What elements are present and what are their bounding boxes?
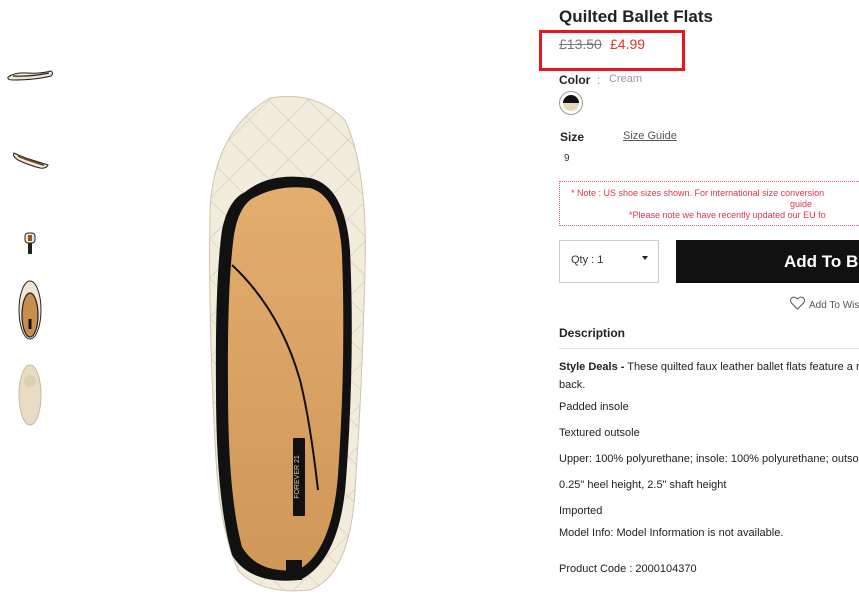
svg-text:FOREVER 21: FOREVER 21	[294, 455, 301, 499]
swatch-color-icon	[563, 95, 579, 111]
description-lead-text: These quilted faux leather ballet flats …	[624, 361, 859, 373]
product-title: Quilted Ballet Flats	[559, 7, 713, 26]
size-note-line: * Note : US shoe sizes shown. For intern…	[571, 188, 825, 198]
description-lead-continued: back.	[559, 379, 586, 391]
size-note-line: guide	[790, 199, 813, 209]
feature-item: 0.25" heel height, 2.5" shaft height	[559, 479, 727, 491]
color-value: Cream	[609, 73, 643, 85]
description-heading: Description	[559, 326, 626, 340]
add-to-bag-label: Add To B	[784, 252, 859, 271]
size-option[interactable]: 9	[564, 153, 570, 164]
thumbnail-angle-view[interactable]	[4, 142, 56, 172]
color-label: Color	[559, 73, 591, 87]
shoe-back-view-icon	[24, 232, 36, 254]
quantity-value: Qty : 1	[571, 254, 604, 266]
shoe-sole-view-icon	[18, 364, 42, 426]
thumbnail-top-view[interactable]	[4, 278, 56, 342]
feature-item: Imported	[559, 505, 603, 517]
shoe-top-view-icon	[18, 280, 42, 340]
feature-item: Padded insole	[559, 401, 629, 413]
divider	[559, 348, 859, 349]
sale-price: £4.99	[610, 36, 646, 52]
description-lead: Style Deals - These quilted faux leather…	[559, 361, 859, 373]
feature-item: Model Info: Model Information is not ava…	[559, 527, 784, 539]
shoe-side-view-icon	[7, 70, 53, 81]
main-product-image: FOREVER 21	[150, 60, 520, 600]
original-price: £13.50	[559, 36, 602, 52]
caret-down-icon	[642, 256, 648, 260]
description-lead-bold: Style Deals -	[559, 361, 625, 373]
color-swatch-cream[interactable]	[559, 91, 583, 115]
add-to-wishlist-button[interactable]	[790, 296, 805, 315]
wishlist-label: Add To Wis	[809, 300, 859, 311]
size-guide-link[interactable]: Size Guide	[623, 130, 677, 142]
size-note-line: *Please note we have recently updated ou…	[629, 210, 826, 220]
thumbnail-back-view[interactable]	[4, 229, 56, 257]
heart-icon	[790, 296, 805, 310]
thumbnail-side-view[interactable]	[4, 62, 56, 86]
thumbnail-sole-view[interactable]	[4, 362, 56, 428]
shoe-angle-view-icon	[13, 152, 49, 169]
product-code: Product Code : 2000104370	[559, 563, 697, 575]
size-label: Size	[560, 130, 585, 144]
feature-item: Textured outsole	[559, 427, 640, 439]
color-separator: :	[597, 73, 601, 87]
feature-item: Upper: 100% polyurethane; insole: 100% p…	[559, 453, 859, 465]
